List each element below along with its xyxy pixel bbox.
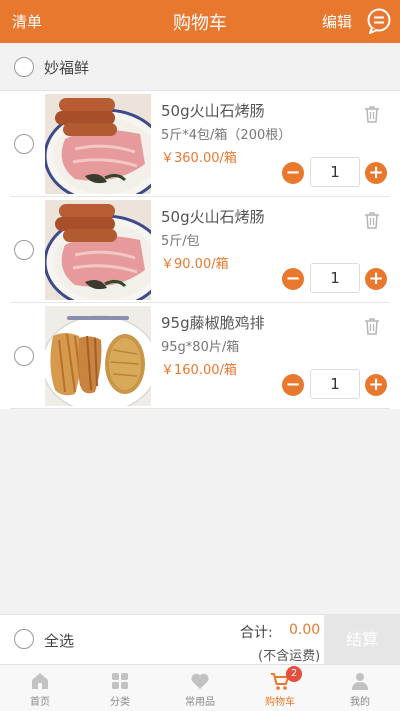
category-icon (112, 673, 128, 689)
item-select-radio[interactable] (14, 240, 34, 260)
item-select-radio[interactable] (14, 134, 34, 154)
cart-item: 50g火山石烤肠 5斤/包 ￥90.00/箱 − 1 + (0, 197, 400, 303)
tab-label: 分类 (110, 697, 130, 708)
checkout-bar: 全选 合计: 0.00 (不含运费) 结算 (0, 614, 400, 665)
checkout-button[interactable]: 结算 (324, 615, 400, 665)
increase-quantity-button[interactable]: + (365, 162, 387, 184)
decrease-quantity-button[interactable]: − (282, 162, 304, 184)
increase-quantity-button[interactable]: + (365, 374, 387, 396)
quantity-input[interactable]: 1 (310, 263, 360, 293)
tab-cart[interactable]: 2 购物车 (240, 665, 320, 711)
product-name[interactable]: 95g藤椒脆鸡排 (161, 312, 265, 333)
total-label: 合计: (240, 625, 273, 641)
product-spec: 5斤*4包/箱（200根） (161, 128, 292, 143)
bottom-tab-bar: 首页 分类 常用品 2 购物车 我的 (0, 664, 400, 711)
tab-label: 我的 (350, 697, 370, 708)
home-icon (32, 673, 48, 689)
trash-icon[interactable] (364, 211, 380, 229)
product-price: ￥160.00/箱 (161, 363, 237, 378)
edit-button[interactable]: 编辑 (322, 11, 352, 32)
total-amount: 0.00 (289, 622, 321, 638)
product-image[interactable] (45, 94, 151, 194)
tab-label: 首页 (30, 697, 50, 708)
cart-item: 50g火山石烤肠 5斤*4包/箱（200根） ￥360.00/箱 − 1 + (0, 91, 400, 197)
product-price: ￥90.00/箱 (161, 257, 229, 272)
product-image[interactable] (45, 306, 151, 406)
heart-icon (191, 673, 209, 689)
cart-count-badge: 2 (286, 666, 302, 682)
divider (10, 408, 390, 409)
select-all-radio[interactable] (14, 629, 34, 649)
trash-icon[interactable] (364, 317, 380, 335)
top-navigation-bar: 清单 购物车 编辑 (0, 0, 400, 43)
item-select-radio[interactable] (14, 346, 34, 366)
tab-category[interactable]: 分类 (80, 665, 160, 711)
trash-icon[interactable] (364, 105, 380, 123)
product-name[interactable]: 50g火山石烤肠 (161, 206, 265, 227)
message-icon[interactable] (366, 8, 392, 34)
tab-label: 常用品 (185, 697, 215, 708)
product-price: ￥360.00/箱 (161, 151, 237, 166)
quantity-input[interactable]: 1 (310, 369, 360, 399)
shop-select-radio[interactable] (14, 57, 34, 77)
product-spec: 5斤/包 (161, 234, 200, 249)
shop-header: 妙福鲜 (0, 43, 400, 91)
increase-quantity-button[interactable]: + (365, 268, 387, 290)
tab-profile[interactable]: 我的 (320, 665, 400, 711)
tab-favorites[interactable]: 常用品 (160, 665, 240, 711)
user-icon (352, 673, 368, 690)
shipping-note: (不含运费) (258, 649, 321, 664)
decrease-quantity-button[interactable]: − (282, 374, 304, 396)
product-name[interactable]: 50g火山石烤肠 (161, 100, 265, 121)
product-spec: 95g*80片/箱 (161, 340, 240, 355)
tab-home[interactable]: 首页 (0, 665, 80, 711)
decrease-quantity-button[interactable]: − (282, 268, 304, 290)
tab-label: 购物车 (265, 697, 295, 708)
shop-name: 妙福鲜 (44, 59, 90, 77)
cart-item: 95g藤椒脆鸡排 95g*80片/箱 ￥160.00/箱 − 1 + (0, 303, 400, 409)
product-image[interactable] (45, 200, 151, 300)
select-all-label[interactable]: 全选 (44, 630, 74, 651)
quantity-input[interactable]: 1 (310, 157, 360, 187)
